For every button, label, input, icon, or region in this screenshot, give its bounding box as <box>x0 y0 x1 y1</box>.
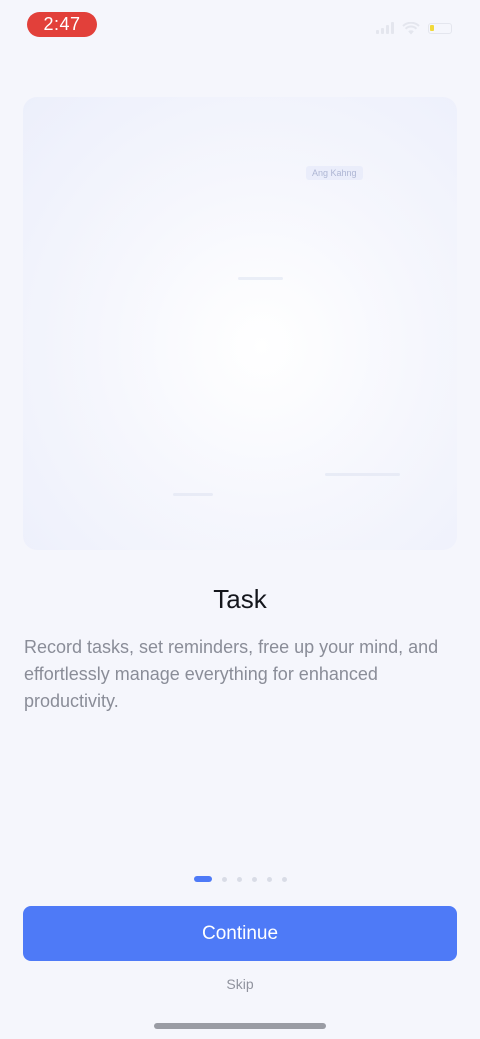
home-indicator[interactable] <box>154 1023 326 1029</box>
wifi-icon <box>402 21 420 34</box>
page-dot-active <box>194 876 212 882</box>
onboarding-description: Record tasks, set reminders, free up you… <box>24 637 439 711</box>
status-bar: 2:47 <box>0 0 480 48</box>
cellular-signal-icon <box>376 22 394 34</box>
page-dot <box>267 876 272 882</box>
battery-icon <box>428 22 452 34</box>
page-dot <box>252 876 257 882</box>
feature-illustration: Ang Kahng <box>23 97 457 550</box>
illustration-line <box>173 493 213 496</box>
page-indicator <box>194 876 287 882</box>
illustration-line <box>325 473 400 476</box>
status-icons <box>376 18 452 38</box>
skip-button[interactable]: Skip <box>0 976 480 992</box>
continue-button[interactable]: Continue <box>23 906 457 961</box>
page-dot <box>222 876 227 882</box>
illustration-line <box>238 277 283 280</box>
page-dot <box>237 876 242 882</box>
onboarding-title: Task <box>213 584 267 614</box>
page-dot <box>282 876 287 882</box>
illustration-tag: Ang Kahng <box>306 166 363 180</box>
status-time: 2:47 <box>27 12 97 37</box>
